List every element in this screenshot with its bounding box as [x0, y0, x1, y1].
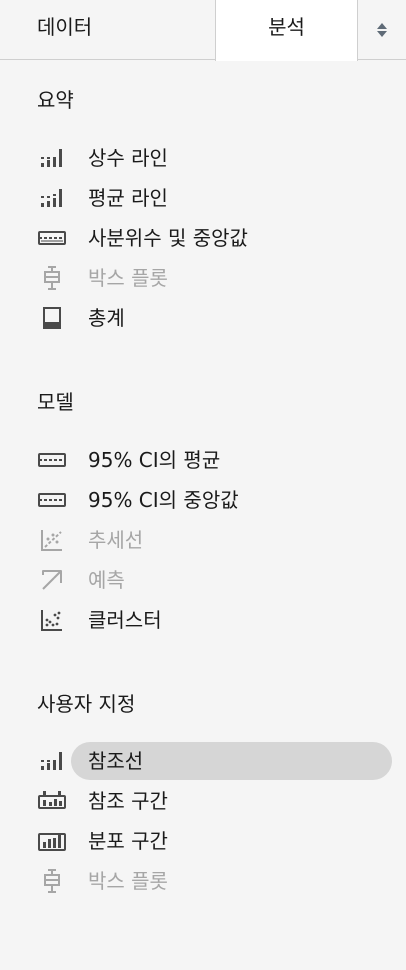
reference-band-icon — [38, 789, 66, 813]
quartile-band-icon — [38, 226, 66, 250]
ci-mean-icon — [38, 448, 66, 472]
section-title-summary: 요약 — [37, 88, 74, 112]
item-label: 참조선 — [88, 749, 144, 773]
item-label: 클러스터 — [88, 608, 162, 632]
cluster-icon — [38, 608, 66, 632]
section-title-custom: 사용자 지정 — [37, 692, 136, 716]
analytics-item-cluster[interactable]: 클러스터 — [0, 600, 406, 640]
totals-icon — [38, 306, 66, 330]
analytics-item-box-plot[interactable]: 박스 플롯 — [0, 258, 406, 298]
item-label: 박스 플롯 — [88, 266, 168, 290]
analytics-item-reference-band[interactable]: 참조 구간 — [0, 781, 406, 821]
distribution-band-icon — [38, 829, 66, 853]
forecast-icon — [38, 568, 66, 592]
chevron-down-icon — [377, 31, 387, 37]
box-plot-icon — [38, 266, 66, 290]
item-label: 예측 — [88, 568, 125, 592]
analytics-item-trend-line[interactable]: 추세선 — [0, 520, 406, 560]
section-title-model: 모델 — [37, 390, 74, 414]
item-label: 추세선 — [88, 528, 144, 552]
item-label: 참조 구간 — [88, 789, 168, 813]
analytics-item-forecast[interactable]: 예측 — [0, 560, 406, 600]
tab-scroll-stepper[interactable] — [358, 0, 406, 60]
item-label: 사분위수 및 중앙값 — [88, 226, 248, 250]
analytics-item-constant-line[interactable]: 상수 라인 — [0, 138, 406, 178]
average-line-icon — [38, 186, 66, 210]
item-label: 평균 라인 — [88, 186, 168, 210]
box-plot-icon — [38, 869, 66, 893]
analytics-item-ci-median[interactable]: 95% CI의 중앙값 — [0, 480, 406, 520]
analytics-item-distribution-band[interactable]: 분포 구간 — [0, 821, 406, 861]
analytics-item-box-plot-custom[interactable]: 박스 플롯 — [0, 861, 406, 901]
item-label: 총계 — [88, 306, 125, 330]
constant-line-icon — [38, 146, 66, 170]
tab-bar: 데이터 분석 — [0, 0, 406, 61]
item-label: 박스 플롯 — [88, 869, 168, 893]
item-label: 95% CI의 평균 — [88, 448, 221, 472]
trend-line-icon — [38, 528, 66, 552]
analytics-item-ci-mean[interactable]: 95% CI의 평균 — [0, 440, 406, 480]
item-label: 상수 라인 — [88, 146, 168, 170]
item-label: 95% CI의 중앙값 — [88, 488, 239, 512]
tab-data[interactable]: 데이터 — [0, 0, 215, 60]
reference-line-icon — [38, 749, 66, 773]
analytics-item-reference-line[interactable]: 참조선 — [0, 741, 406, 781]
analytics-item-quartiles-median[interactable]: 사분위수 및 중앙값 — [0, 218, 406, 258]
chevron-up-icon — [377, 23, 387, 29]
tab-analysis[interactable]: 분석 — [215, 0, 358, 61]
analytics-item-average-line[interactable]: 평균 라인 — [0, 178, 406, 218]
analytics-item-totals[interactable]: 총계 — [0, 298, 406, 338]
item-label: 분포 구간 — [88, 829, 168, 853]
ci-median-icon — [38, 488, 66, 512]
